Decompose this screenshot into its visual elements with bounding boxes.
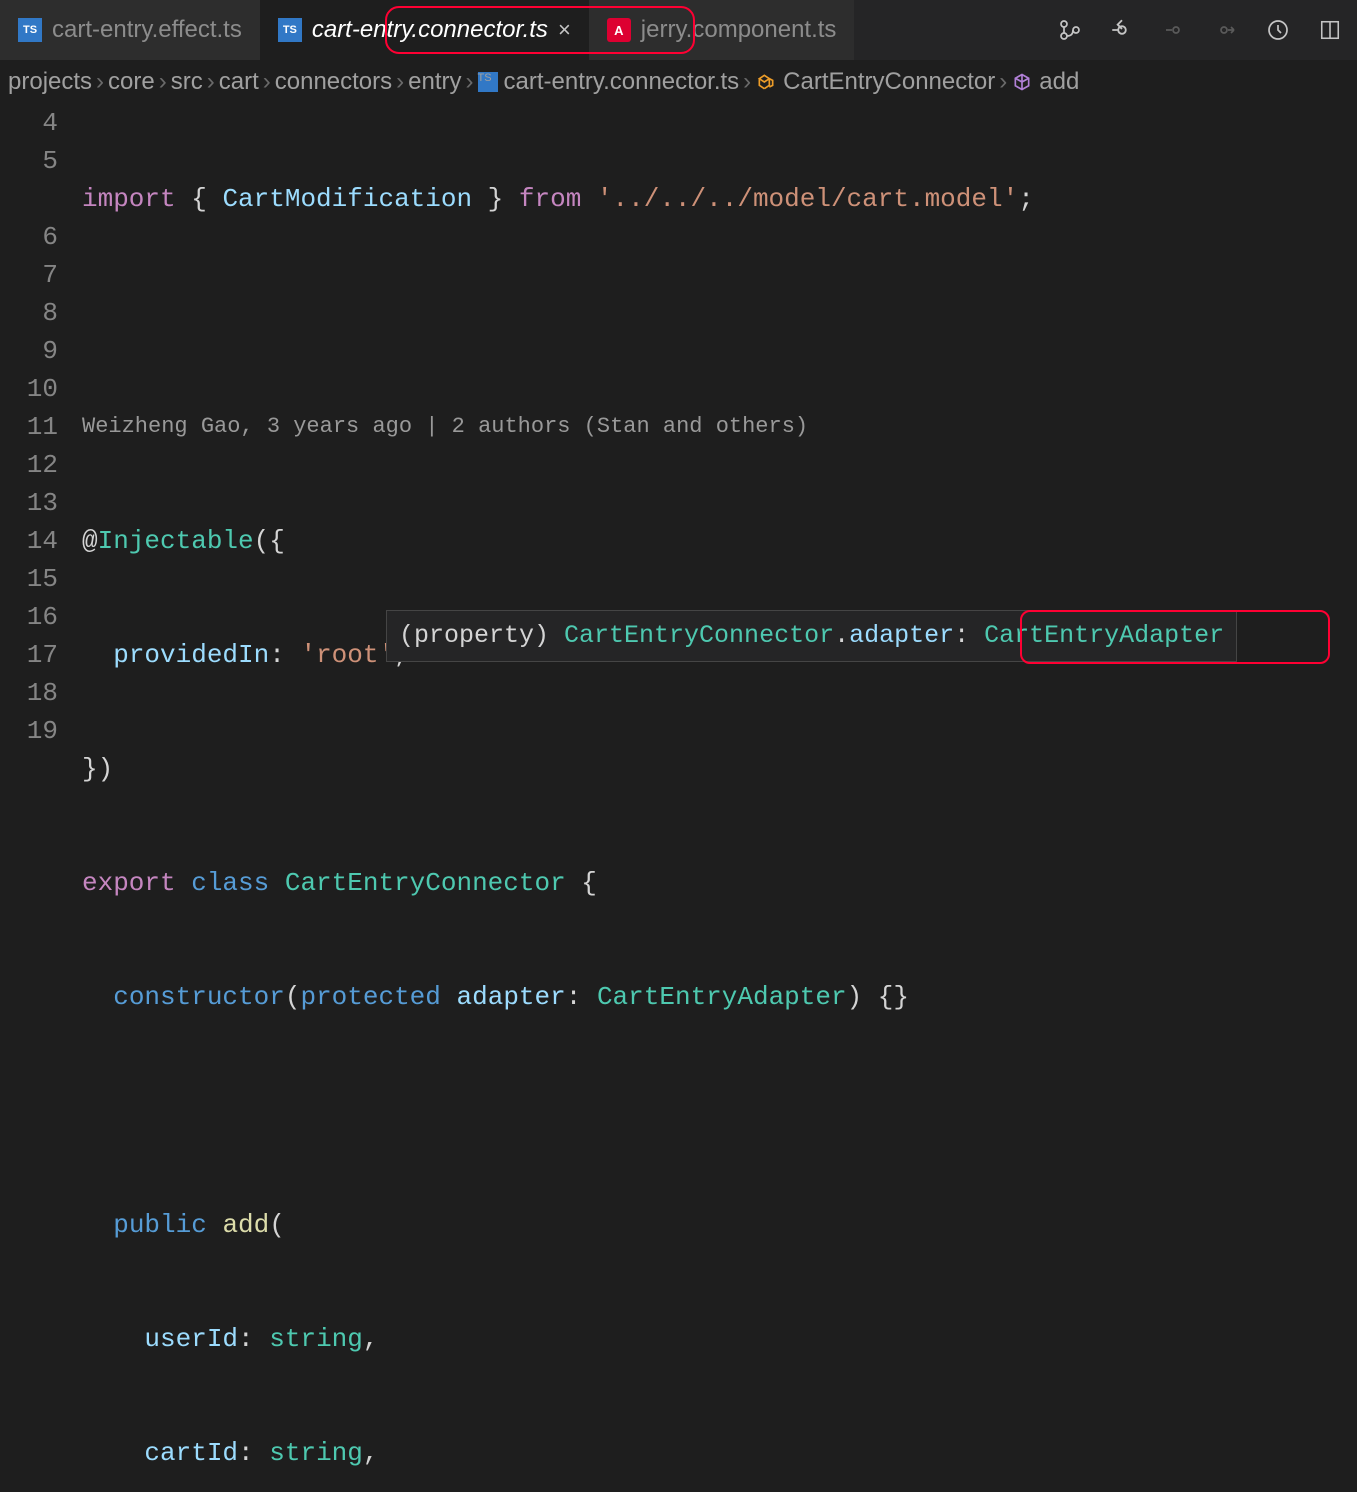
- crumb-class[interactable]: CartEntryConnector: [755, 68, 995, 96]
- code-content[interactable]: import { CartModification } from '../../…: [82, 104, 1357, 1492]
- chevron-right-icon: ›: [396, 68, 404, 96]
- tab-label: cart-entry.connector.ts: [312, 16, 548, 44]
- chevron-right-icon: ›: [466, 68, 474, 96]
- line-gutter: 4 5 6 7 8 9 10 11 12 13 14 15 16 17 18 1…: [0, 104, 82, 1492]
- revert-icon[interactable]: [1107, 15, 1137, 45]
- crumb-file[interactable]: cart-entry.connector.ts: [478, 68, 740, 96]
- tab-jerry-component[interactable]: jerry.component.ts: [589, 0, 855, 60]
- chevron-right-icon: ›: [96, 68, 104, 96]
- crumb-src[interactable]: src: [171, 68, 203, 96]
- crumb-entry[interactable]: entry: [408, 68, 461, 96]
- ts-icon: [18, 18, 42, 42]
- timeline-icon[interactable]: [1263, 15, 1293, 45]
- crumb-projects[interactable]: projects: [8, 68, 92, 96]
- code-lens[interactable]: Weizheng Gao, 3 years ago | 2 authors (S…: [82, 408, 1357, 446]
- chevron-right-icon: ›: [743, 68, 751, 96]
- angular-icon: [607, 18, 631, 42]
- next-change-icon[interactable]: [1211, 15, 1241, 45]
- ts-icon: [478, 72, 498, 92]
- chevron-right-icon: ›: [999, 68, 1007, 96]
- method-icon: [1011, 71, 1033, 93]
- chevron-right-icon: ›: [263, 68, 271, 96]
- code-editor[interactable]: 4 5 6 7 8 9 10 11 12 13 14 15 16 17 18 1…: [0, 104, 1357, 1492]
- crumb-connectors[interactable]: connectors: [275, 68, 392, 96]
- tab-label: cart-entry.effect.ts: [52, 16, 242, 44]
- close-icon[interactable]: ×: [558, 17, 571, 43]
- editor-toolbar: [1055, 0, 1357, 60]
- crumb-cart[interactable]: cart: [219, 68, 259, 96]
- editor-tabs: cart-entry.effect.ts cart-entry.connecto…: [0, 0, 1357, 60]
- tab-cart-entry-effect[interactable]: cart-entry.effect.ts: [0, 0, 260, 60]
- chevron-right-icon: ›: [159, 68, 167, 96]
- class-icon: [755, 71, 777, 93]
- prev-change-icon[interactable]: [1159, 15, 1189, 45]
- crumb-core[interactable]: core: [108, 68, 155, 96]
- chevron-right-icon: ›: [207, 68, 215, 96]
- tab-label: jerry.component.ts: [641, 16, 837, 44]
- hover-tooltip: (property) CartEntryConnector.adapter: C…: [386, 610, 1237, 662]
- crumb-method[interactable]: add: [1011, 68, 1079, 96]
- split-editor-icon[interactable]: [1315, 15, 1345, 45]
- tab-cart-entry-connector[interactable]: cart-entry.connector.ts ×: [260, 0, 589, 60]
- source-control-icon[interactable]: [1055, 15, 1085, 45]
- breadcrumb: projects › core › src › cart › connector…: [0, 60, 1357, 104]
- ts-icon: [278, 18, 302, 42]
